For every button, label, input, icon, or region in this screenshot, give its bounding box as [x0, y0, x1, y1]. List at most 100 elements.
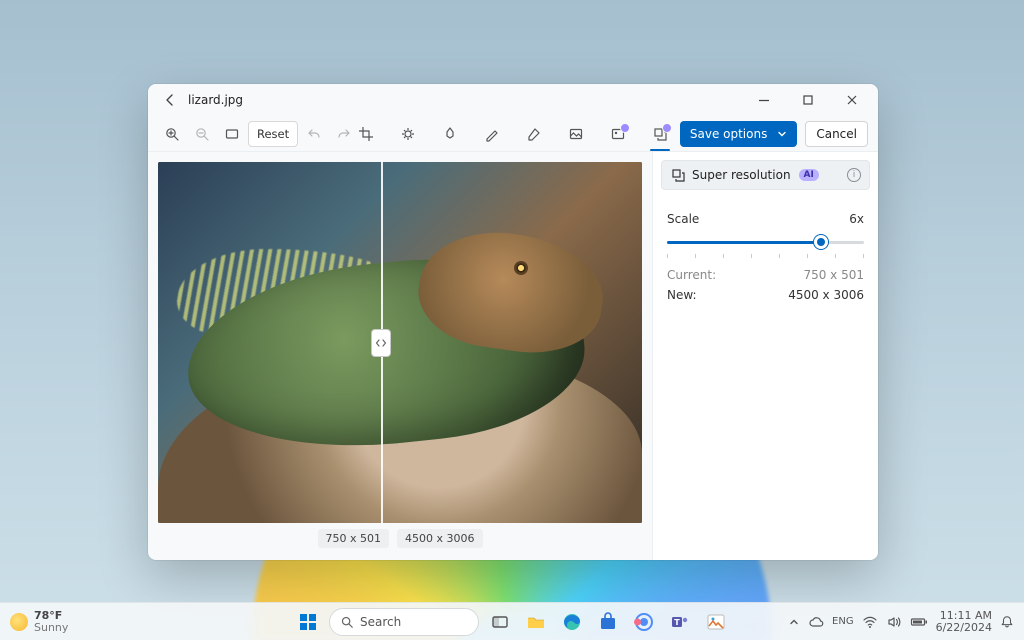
- store-button[interactable]: [593, 607, 623, 637]
- erase-icon: [526, 126, 542, 142]
- ai-badge-icon: [620, 123, 630, 133]
- wifi-icon: [862, 614, 878, 630]
- maximize-icon: [800, 92, 816, 108]
- info-button[interactable]: i: [847, 168, 861, 182]
- weather-sun-icon: [10, 613, 28, 631]
- edge-button[interactable]: [557, 607, 587, 637]
- adjustment-button[interactable]: [394, 121, 422, 147]
- clock[interactable]: 11:11 AM 6/22/2024: [936, 610, 992, 633]
- content-area: 750 x 501 4500 x 3006 Super resolution A…: [148, 152, 878, 560]
- notifications-button[interactable]: [1000, 615, 1014, 629]
- panel-title: Super resolution: [692, 168, 791, 182]
- svg-text:T: T: [674, 618, 680, 627]
- close-button[interactable]: [830, 84, 874, 116]
- taskbar-center: Search T: [293, 607, 731, 637]
- explorer-button[interactable]: [521, 607, 551, 637]
- background-remove-button[interactable]: [562, 121, 590, 147]
- generative-fill-button[interactable]: [604, 121, 632, 147]
- task-view-button[interactable]: [485, 607, 515, 637]
- edit-tools-group: [352, 121, 674, 147]
- wifi-icon[interactable]: [862, 614, 878, 630]
- windows-start-icon: [298, 612, 318, 632]
- slider-thumb[interactable]: [814, 235, 828, 249]
- panel-header: Super resolution AI i: [661, 160, 870, 190]
- filter-button[interactable]: [436, 121, 464, 147]
- copilot-button[interactable]: [629, 607, 659, 637]
- zoom-out-icon: [194, 126, 210, 142]
- filter-icon: [442, 126, 458, 142]
- minimize-icon: [756, 92, 772, 108]
- erase-button[interactable]: [520, 121, 548, 147]
- super-resolution-button[interactable]: [646, 121, 674, 147]
- copilot-icon: [634, 612, 654, 632]
- zoom-in-button[interactable]: [158, 121, 186, 147]
- undo-button[interactable]: [300, 121, 328, 147]
- titlebar: lizard.jpg: [148, 84, 878, 116]
- close-icon: [844, 92, 860, 108]
- markup-button[interactable]: [478, 121, 506, 147]
- compare-handle-icon: [375, 337, 387, 349]
- compare-handle[interactable]: [371, 329, 391, 357]
- reset-button[interactable]: Reset: [248, 121, 298, 147]
- zoom-in-icon: [164, 126, 180, 142]
- volume-icon[interactable]: [886, 614, 902, 630]
- search-placeholder: Search: [360, 615, 401, 629]
- start-button[interactable]: [293, 607, 323, 637]
- fit-screen-button[interactable]: [218, 121, 246, 147]
- scale-slider[interactable]: [667, 232, 864, 252]
- new-dim-pill: 4500 x 3006: [397, 529, 483, 548]
- panel-body: Scale 6x Current: 750 x 501 New: 4: [653, 198, 878, 316]
- weather-widget[interactable]: 78°F Sunny: [0, 610, 78, 633]
- taskbar-search[interactable]: Search: [329, 608, 479, 636]
- photo-editor-window: lizard.jpg Reset Save o: [148, 84, 878, 560]
- file-title: lizard.jpg: [188, 93, 243, 107]
- image-preview[interactable]: [158, 162, 642, 523]
- lizard-photo: [158, 162, 642, 523]
- language-indicator[interactable]: ENG: [832, 616, 854, 627]
- zoom-out-button[interactable]: [188, 121, 216, 147]
- maximize-button[interactable]: [786, 84, 830, 116]
- battery-icon[interactable]: [910, 614, 928, 630]
- minimize-button[interactable]: [742, 84, 786, 116]
- paint-button[interactable]: [701, 607, 731, 637]
- slider-ticks: [667, 254, 864, 258]
- teams-button[interactable]: T: [665, 607, 695, 637]
- clock-time: 11:11 AM: [936, 610, 992, 622]
- zoom-group: Reset: [158, 121, 358, 147]
- system-tray: ENG 11:11 AM 6/22/2024: [778, 610, 1024, 633]
- volume-icon: [886, 614, 902, 630]
- paint-icon: [706, 612, 726, 632]
- new-label: New:: [667, 288, 697, 302]
- undo-icon: [306, 126, 322, 142]
- background-remove-icon: [568, 126, 584, 142]
- weather-cond: Sunny: [34, 622, 68, 634]
- action-group: Save options Cancel: [680, 121, 868, 147]
- dimension-labels: 750 x 501 4500 x 3006: [158, 523, 642, 556]
- tray-chevron[interactable]: [788, 616, 800, 628]
- edge-icon: [562, 612, 582, 632]
- current-label: Current:: [667, 268, 716, 282]
- ai-badge-icon: [662, 123, 672, 133]
- markup-icon: [484, 126, 500, 142]
- scale-value: 6x: [849, 212, 864, 226]
- window-controls: [742, 84, 874, 116]
- chevron-down-icon: [777, 129, 787, 139]
- scale-label: Scale: [667, 212, 699, 226]
- weather-temp: 78°F: [34, 610, 68, 622]
- clock-date: 6/22/2024: [936, 622, 992, 634]
- slider-fill: [667, 241, 821, 244]
- crop-icon: [358, 126, 374, 142]
- adjustment-icon: [400, 126, 416, 142]
- toolbar: Reset Save options Cancel: [148, 116, 878, 152]
- cloud-icon: [808, 614, 824, 630]
- back-button[interactable]: [156, 86, 184, 114]
- task-view-icon: [490, 612, 510, 632]
- onedrive-icon[interactable]: [808, 614, 824, 630]
- redo-icon: [336, 126, 352, 142]
- search-icon: [340, 615, 354, 629]
- current-dim-pill: 750 x 501: [318, 529, 390, 548]
- store-icon: [598, 612, 618, 632]
- save-options-button[interactable]: Save options: [680, 121, 797, 147]
- crop-button[interactable]: [352, 121, 380, 147]
- cancel-button[interactable]: Cancel: [805, 121, 868, 147]
